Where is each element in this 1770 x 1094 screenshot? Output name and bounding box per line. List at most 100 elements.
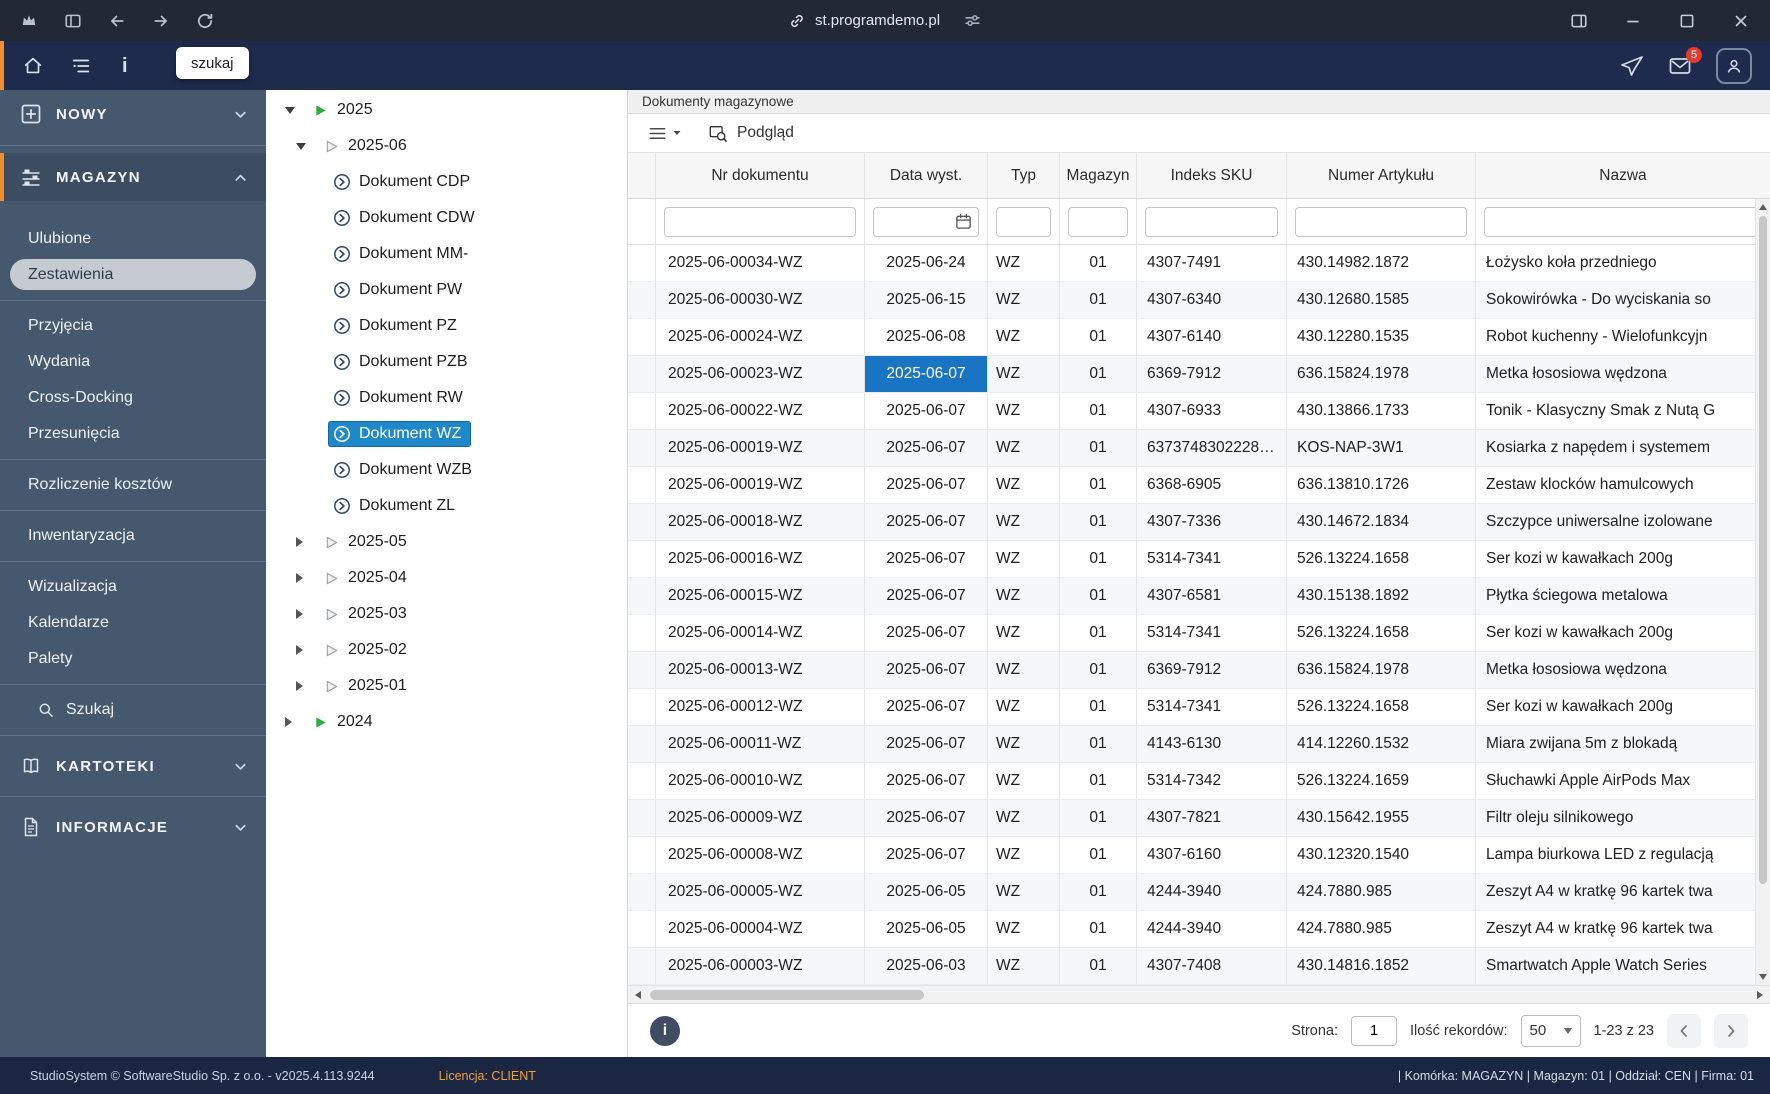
cell-nr-dokumentu[interactable]: 2025-06-00019-WZ	[656, 430, 865, 466]
column-header-numer-artykulu[interactable]: Numer Artykułu	[1287, 153, 1476, 198]
cell-nazwa[interactable]: Zeszyt A4 w kratkę 96 kartek twa	[1476, 911, 1770, 947]
row-selector-cell[interactable]	[628, 800, 656, 836]
cell-indeks-sku[interactable]: 5314-7341	[1137, 689, 1287, 725]
cell-nazwa[interactable]: Tonik - Klasyczny Smak z Nutą G	[1476, 393, 1770, 429]
cell-nazwa[interactable]: Miara zwijana 5m z blokadą	[1476, 726, 1770, 762]
back-arrow-icon[interactable]	[108, 12, 126, 30]
cell-magazyn[interactable]: 01	[1060, 615, 1137, 651]
cell-typ[interactable]: WZ	[988, 689, 1060, 725]
cell-nr-dokumentu[interactable]: 2025-06-00015-WZ	[656, 578, 865, 614]
cell-indeks-sku[interactable]: 4307-6160	[1137, 837, 1287, 873]
cell-numer-artykulu[interactable]: 526.13224.1659	[1287, 763, 1476, 799]
sidebar-item-zestawienia[interactable]: Zestawienia	[10, 259, 256, 290]
table-row[interactable]: 2025-06-00014-WZ 2025-06-07 WZ 01 5314-7341 5…	[628, 615, 1770, 652]
cell-data-wyst[interactable]: 2025-06-07	[865, 615, 988, 651]
forward-arrow-icon[interactable]	[152, 12, 170, 30]
cell-indeks-sku[interactable]: 4143-6130	[1137, 726, 1287, 762]
table-row[interactable]: 2025-06-00016-WZ 2025-06-07 WZ 01 5314-7341 5…	[628, 541, 1770, 578]
cell-nr-dokumentu[interactable]: 2025-06-00030-WZ	[656, 282, 865, 318]
scroll-left-icon[interactable]	[630, 986, 646, 1003]
cell-indeks-sku[interactable]: 4307-6933	[1137, 393, 1287, 429]
table-row[interactable]: 2025-06-00011-WZ 2025-06-07 WZ 01 4143-6130 4…	[628, 726, 1770, 763]
sidebar-item-ulubione[interactable]: Ulubione	[0, 221, 266, 257]
cell-data-wyst[interactable]: 2025-06-07	[865, 430, 988, 466]
nav-tree-icon[interactable]	[70, 55, 92, 77]
table-row[interactable]: 2025-06-00018-WZ 2025-06-07 WZ 01 4307-7336 4…	[628, 504, 1770, 541]
cell-nazwa[interactable]: Płytka ściegowa metalowa	[1476, 578, 1770, 614]
cell-magazyn[interactable]: 01	[1060, 763, 1137, 799]
cell-indeks-sku[interactable]: 4307-7408	[1137, 948, 1287, 984]
cell-indeks-sku[interactable]: 4244-3940	[1137, 911, 1287, 947]
cell-magazyn[interactable]: 01	[1060, 245, 1137, 281]
cell-nr-dokumentu[interactable]: 2025-06-00009-WZ	[656, 800, 865, 836]
row-selector-cell[interactable]	[628, 467, 656, 503]
cell-indeks-sku[interactable]: 6373748302228…	[1137, 430, 1287, 466]
cell-data-wyst[interactable]: 2025-06-07	[865, 763, 988, 799]
cell-indeks-sku[interactable]: 4307-6340	[1137, 282, 1287, 318]
cell-typ[interactable]: WZ	[988, 393, 1060, 429]
cell-magazyn[interactable]: 01	[1060, 504, 1137, 540]
cell-nr-dokumentu[interactable]: 2025-06-00024-WZ	[656, 319, 865, 355]
cell-indeks-sku[interactable]: 4307-7821	[1137, 800, 1287, 836]
cell-typ[interactable]: WZ	[988, 948, 1060, 984]
cell-magazyn[interactable]: 01	[1060, 800, 1137, 836]
cell-magazyn[interactable]: 01	[1060, 578, 1137, 614]
cell-indeks-sku[interactable]: 6369-7912	[1137, 652, 1287, 688]
tree-item-2025-04[interactable]: 2025-04	[266, 560, 627, 596]
table-row[interactable]: 2025-06-00003-WZ 2025-06-03 WZ 01 4307-7408 4…	[628, 948, 1770, 985]
row-selector-cell[interactable]	[628, 356, 656, 392]
row-selector-cell[interactable]	[628, 319, 656, 355]
cell-nazwa[interactable]: Smartwatch Apple Watch Series	[1476, 948, 1770, 984]
cell-numer-artykulu[interactable]: 526.13224.1658	[1287, 689, 1476, 725]
row-selector-cell[interactable]	[628, 245, 656, 281]
tree-collapse-arrow-icon[interactable]	[296, 681, 317, 691]
cell-nr-dokumentu[interactable]: 2025-06-00004-WZ	[656, 911, 865, 947]
table-row[interactable]: 2025-06-00034-WZ 2025-06-24 WZ 01 4307-7491 4…	[628, 245, 1770, 282]
sidebar-section-informacje[interactable]: INFORMACJE	[0, 804, 266, 850]
table-row[interactable]: 2025-06-00010-WZ 2025-06-07 WZ 01 5314-7342 5…	[628, 763, 1770, 800]
cell-data-wyst[interactable]: 2025-06-08	[865, 319, 988, 355]
cell-indeks-sku[interactable]: 5314-7341	[1137, 541, 1287, 577]
sidebar-item-rozliczenie-kosztow[interactable]: Rozliczenie kosztów	[0, 467, 266, 503]
tree-item-dokument-wz[interactable]: Dokument WZ	[266, 416, 627, 452]
cell-data-wyst[interactable]: 2025-06-07	[865, 504, 988, 540]
panel-toggle-icon[interactable]	[1570, 12, 1588, 30]
cell-magazyn[interactable]: 01	[1060, 393, 1137, 429]
tree-item-2025-01[interactable]: 2025-01	[266, 668, 627, 704]
cell-typ[interactable]: WZ	[988, 615, 1060, 651]
row-selector-cell[interactable]	[628, 652, 656, 688]
cell-numer-artykulu[interactable]: 414.12260.1532	[1287, 726, 1476, 762]
row-selector-cell[interactable]	[628, 615, 656, 651]
cell-nazwa[interactable]: Zestaw klocków hamulcowych	[1476, 467, 1770, 503]
table-row[interactable]: 2025-06-00005-WZ 2025-06-05 WZ 01 4244-3940 4…	[628, 874, 1770, 911]
filter-input-nazwa[interactable]	[1484, 206, 1762, 237]
table-row[interactable]: 2025-06-00013-WZ 2025-06-07 WZ 01 6369-7912 6…	[628, 652, 1770, 689]
filter-input-numer-artykulu[interactable]	[1295, 206, 1467, 237]
vertical-scrollbar[interactable]	[1755, 199, 1770, 985]
cell-nazwa[interactable]: Ser kozi w kawałkach 200g	[1476, 689, 1770, 725]
filter-input-indeks-sku[interactable]	[1145, 206, 1278, 237]
send-icon[interactable]	[1620, 54, 1644, 78]
table-row[interactable]: 2025-06-00022-WZ 2025-06-07 WZ 01 4307-6933 4…	[628, 393, 1770, 430]
scroll-up-icon[interactable]	[1756, 200, 1770, 214]
address-bar[interactable]: st.programdemo.pl	[789, 12, 981, 29]
cell-data-wyst[interactable]: 2025-06-07	[865, 541, 988, 577]
filter-input-magazyn[interactable]	[1068, 206, 1128, 237]
records-per-page-select[interactable]: 50	[1520, 1014, 1581, 1047]
cell-nr-dokumentu[interactable]: 2025-06-00010-WZ	[656, 763, 865, 799]
home-icon[interactable]	[22, 55, 44, 77]
row-selector-cell[interactable]	[628, 874, 656, 910]
info-icon[interactable]: i	[118, 56, 132, 76]
sidebar-section-magazyn[interactable]: MAGAZYN	[0, 153, 266, 201]
tree-item-dokument-mm[interactable]: Dokument MM-	[266, 236, 627, 272]
cell-nr-dokumentu[interactable]: 2025-06-00023-WZ	[656, 356, 865, 392]
column-header-nazwa[interactable]: Nazwa	[1476, 153, 1770, 198]
cell-nr-dokumentu[interactable]: 2025-06-00005-WZ	[656, 874, 865, 910]
cell-typ[interactable]: WZ	[988, 800, 1060, 836]
cell-data-wyst[interactable]: 2025-06-15	[865, 282, 988, 318]
next-page-button[interactable]	[1714, 1013, 1748, 1048]
cell-data-wyst[interactable]: 2025-06-07	[865, 578, 988, 614]
cell-typ[interactable]: WZ	[988, 467, 1060, 503]
row-selector-cell[interactable]	[628, 282, 656, 318]
cell-nr-dokumentu[interactable]: 2025-06-00008-WZ	[656, 837, 865, 873]
